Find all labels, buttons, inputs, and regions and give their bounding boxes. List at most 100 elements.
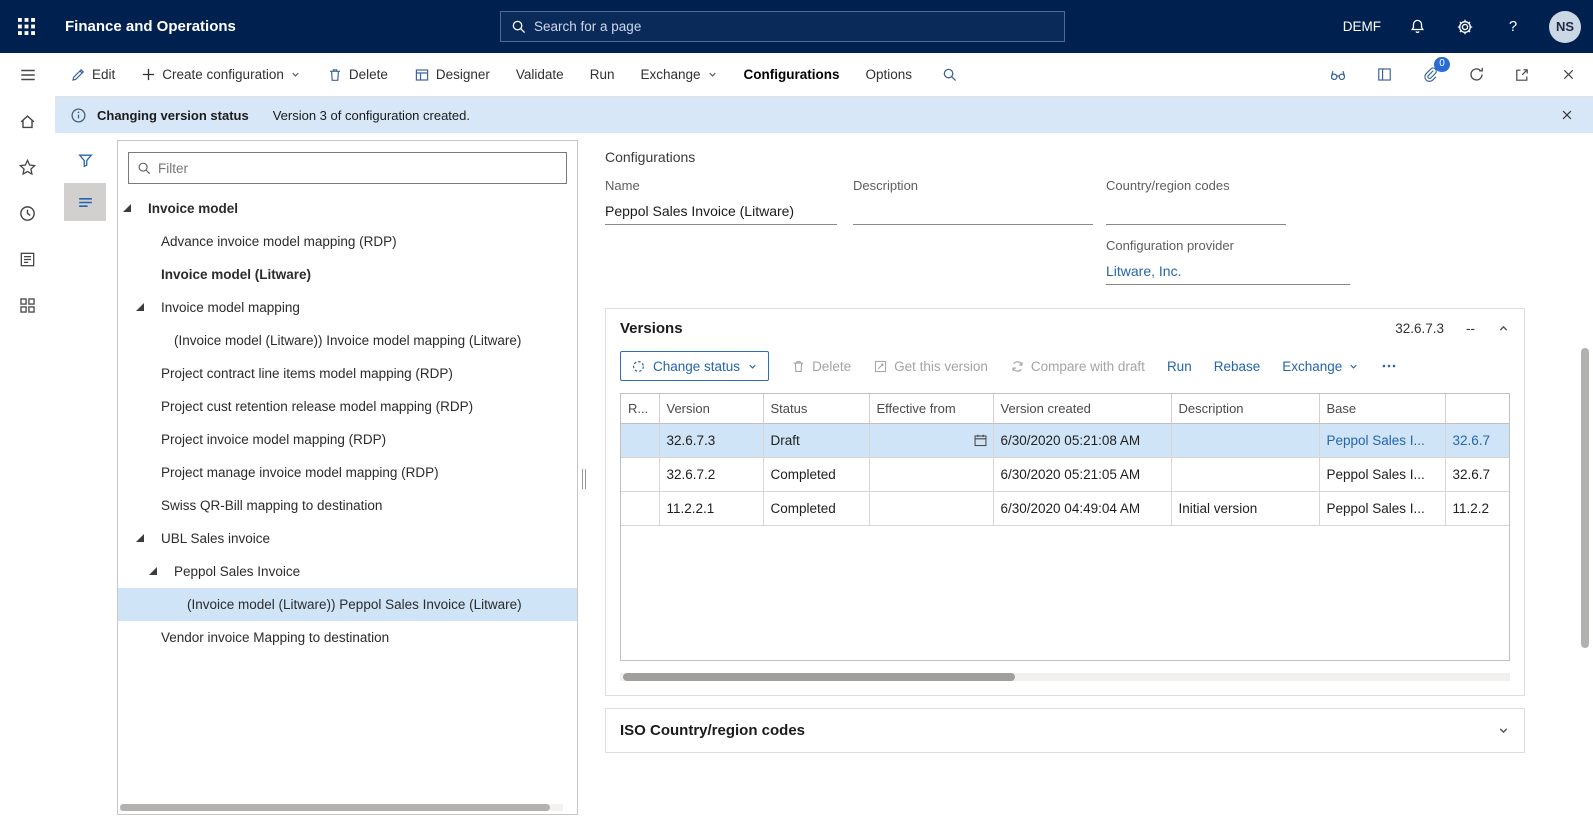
page-search[interactable] — [500, 11, 1065, 42]
cell-version_created[interactable]: 6/30/2020 05:21:08 AM — [993, 423, 1172, 458]
cell-base_name[interactable]: Peppol Sales I... — [1319, 491, 1446, 526]
open-in-new-window-button[interactable] — [1511, 64, 1533, 86]
version-row[interactable]: 32.6.7.3 Draft 6/30/2020 05:21:08 AM Peppol… — [621, 423, 1509, 458]
tree-expand-caret-icon[interactable] — [136, 534, 144, 542]
version-row[interactable]: 11.2.2.1 Completed 6/30/2020 04:49:04 AM In… — [621, 491, 1509, 526]
cell-description[interactable] — [1171, 457, 1320, 492]
tree-expand-caret-icon[interactable] — [123, 204, 131, 212]
validate-button[interactable]: Validate — [516, 67, 564, 82]
grid-horizontal-scrollbar[interactable] — [620, 673, 1510, 681]
cell-version_created[interactable]: 6/30/2020 04:49:04 AM — [993, 491, 1172, 526]
column-header[interactable] — [1445, 394, 1509, 424]
column-header[interactable]: Version — [659, 394, 764, 424]
tree-item[interactable]: Project manage invoice model mapping (RD… — [118, 456, 577, 489]
tree-view-toggle-button[interactable] — [64, 183, 106, 221]
delete-version-button[interactable]: Delete — [791, 359, 851, 374]
column-header[interactable]: Status — [763, 394, 870, 424]
cell-version[interactable]: 11.2.2.1 — [659, 491, 764, 526]
tree-item[interactable]: Project contract line items model mappin… — [118, 357, 577, 390]
scrollbar-thumb[interactable] — [120, 804, 550, 811]
cell-effective_from[interactable] — [869, 491, 994, 526]
country-codes-input[interactable] — [1106, 198, 1286, 225]
page-vertical-scrollbar[interactable] — [1581, 348, 1589, 648]
help-button[interactable]: ? — [1501, 15, 1525, 39]
attachments-button[interactable]: 0 — [1419, 56, 1450, 86]
exchange-version-button[interactable]: Exchange — [1282, 359, 1359, 374]
refresh-button[interactable] — [1465, 64, 1487, 86]
message-bar-close-button[interactable] — [1556, 104, 1578, 126]
settings-button[interactable] — [1453, 15, 1477, 39]
cell-base_version[interactable]: 32.6.7 — [1445, 457, 1509, 492]
cell-marker[interactable] — [621, 491, 660, 526]
cell-effective_from[interactable] — [869, 423, 994, 458]
run-button[interactable]: Run — [590, 67, 615, 82]
cell-version[interactable]: 32.6.7.2 — [659, 457, 764, 492]
tree-item[interactable]: Swiss QR-Bill mapping to destination — [118, 489, 577, 522]
exchange-button[interactable]: Exchange — [640, 67, 717, 82]
cell-description[interactable] — [1171, 423, 1320, 458]
nav-home-button[interactable] — [16, 109, 40, 133]
iso-country-section-header[interactable]: ISO Country/region codes — [606, 709, 1524, 752]
name-input[interactable]: Peppol Sales Invoice (Litware) — [605, 198, 837, 225]
compare-with-draft-button[interactable]: Compare with draft — [1010, 359, 1145, 374]
column-header[interactable]: Version created — [993, 394, 1172, 424]
nav-workspaces-button[interactable] — [16, 293, 40, 317]
run-version-button[interactable]: Run — [1167, 359, 1192, 374]
cell-marker[interactable] — [621, 457, 660, 492]
tree-item[interactable]: Invoice model (Litware) — [118, 258, 577, 291]
designer-button[interactable]: Designer — [414, 67, 490, 83]
action-search-button[interactable] — [938, 64, 960, 86]
tree-expand-caret-icon[interactable] — [136, 303, 144, 311]
tree-item[interactable]: UBL Sales invoice — [118, 522, 577, 555]
company-picker[interactable]: DEMF — [1343, 19, 1381, 34]
column-header[interactable]: Effective from — [869, 394, 994, 424]
tree-item[interactable]: Project invoice model mapping (RDP) — [118, 423, 577, 456]
notifications-button[interactable] — [1405, 15, 1429, 39]
tree-horizontal-scrollbar[interactable] — [120, 804, 563, 811]
edit-button[interactable]: Edit — [70, 67, 115, 83]
tree-item[interactable]: (Invoice model (Litware)) Invoice model … — [118, 324, 577, 357]
tree-item[interactable]: Invoice model — [118, 192, 577, 225]
column-header[interactable]: R... — [621, 394, 660, 424]
tree-item[interactable]: Peppol Sales Invoice — [118, 555, 577, 588]
tree-item[interactable]: Invoice model mapping — [118, 291, 577, 324]
cell-base_version[interactable]: 32.6.7 — [1445, 423, 1509, 458]
cell-base_name[interactable]: Peppol Sales I... — [1319, 423, 1446, 458]
tree-expand-caret-icon[interactable] — [149, 567, 157, 575]
collapse-section-button[interactable] — [1497, 322, 1510, 335]
description-input[interactable] — [853, 198, 1093, 225]
tree-item[interactable]: Advance invoice model mapping (RDP) — [118, 225, 577, 258]
app-title[interactable]: Finance and Operations — [65, 18, 236, 35]
calendar-icon[interactable] — [973, 433, 988, 451]
cell-description[interactable]: Initial version — [1171, 491, 1320, 526]
tree-item[interactable]: Vendor invoice Mapping to destination — [118, 621, 577, 654]
tree-filter-input[interactable] — [158, 160, 558, 176]
versions-section-header[interactable]: Versions 32.6.7.3 -- — [606, 309, 1524, 343]
nav-menu-button[interactable] — [16, 63, 40, 87]
cell-effective_from[interactable] — [869, 457, 994, 492]
panel-splitter[interactable] — [578, 133, 590, 825]
get-this-version-button[interactable]: Get this version — [873, 359, 988, 374]
tree-filter-box[interactable] — [128, 152, 567, 184]
book-button[interactable] — [1373, 64, 1395, 86]
cell-marker[interactable] — [621, 423, 660, 458]
close-page-button[interactable] — [1557, 64, 1579, 86]
cell-status[interactable]: Completed — [763, 457, 870, 492]
expand-section-button[interactable] — [1497, 724, 1510, 737]
version-row[interactable]: 32.6.7.2 Completed 6/30/2020 05:21:05 AM Pe… — [621, 457, 1509, 492]
configuration-provider-link[interactable]: Litware, Inc. — [1106, 258, 1350, 285]
delete-button[interactable]: Delete — [327, 67, 388, 83]
tab-options[interactable]: Options — [866, 67, 913, 82]
tree-item[interactable]: Project cust retention release model map… — [118, 390, 577, 423]
nav-forms-button[interactable] — [16, 247, 40, 271]
cell-status[interactable]: Draft — [763, 423, 870, 458]
page-search-input[interactable] — [534, 19, 1054, 34]
column-header[interactable]: Description — [1171, 394, 1320, 424]
glasses-button[interactable] — [1327, 64, 1349, 86]
column-header[interactable]: Base — [1319, 394, 1446, 424]
change-status-button[interactable]: Change status — [620, 351, 770, 381]
show-filters-button[interactable] — [64, 141, 106, 179]
nav-recent-button[interactable] — [16, 201, 40, 225]
app-launcher-button[interactable] — [0, 0, 53, 53]
cell-base_version[interactable]: 11.2.2 — [1445, 491, 1509, 526]
